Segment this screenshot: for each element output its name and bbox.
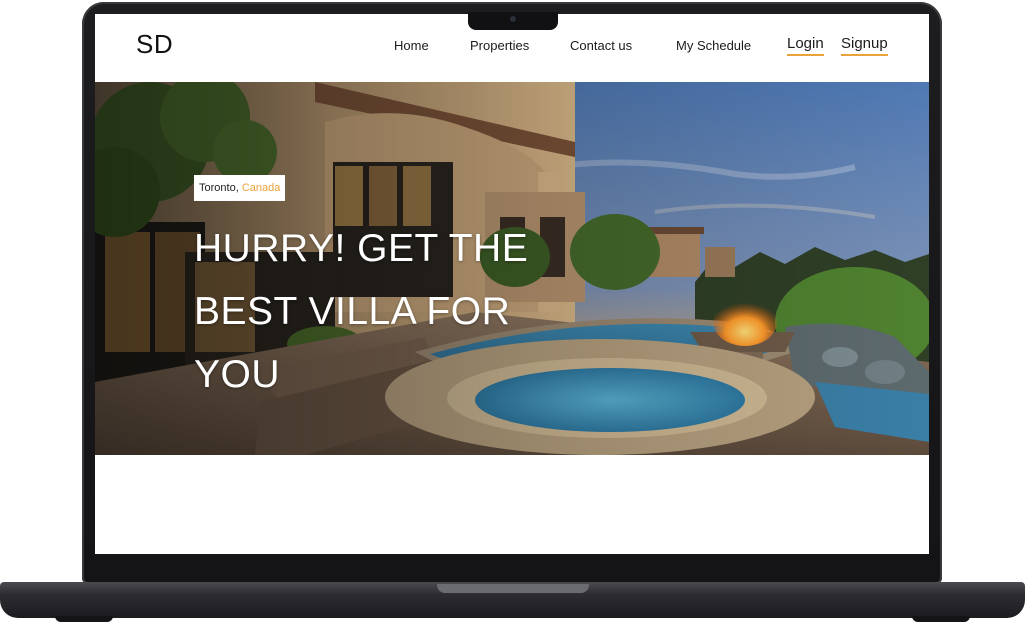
webcam-icon bbox=[510, 16, 516, 22]
laptop-foot-right bbox=[912, 616, 970, 622]
laptop-mockup: SD Home Properties Contact us My Schedul… bbox=[0, 0, 1025, 625]
laptop-foot-left bbox=[55, 616, 113, 622]
hero-heading: HURRY! GET THE BEST VILLA FOR YOU bbox=[194, 227, 529, 396]
nav-home-link[interactable]: Home bbox=[394, 38, 429, 53]
hero-banner: Toronto, Canada HURRY! GET THE BEST VILL… bbox=[95, 82, 929, 455]
location-country: Canada bbox=[241, 182, 281, 194]
camera-notch bbox=[468, 12, 558, 30]
nav-schedule-link[interactable]: My Schedule bbox=[676, 38, 751, 53]
nav-properties-link[interactable]: Properties bbox=[470, 38, 529, 53]
location-badge: Toronto, Canada bbox=[194, 175, 286, 201]
location-city: Toronto, bbox=[199, 182, 239, 194]
signup-link[interactable]: Signup bbox=[841, 35, 888, 56]
site-logo[interactable]: SD bbox=[136, 29, 173, 60]
laptop-hinge-lip bbox=[437, 584, 589, 593]
laptop-screen: SD Home Properties Contact us My Schedul… bbox=[95, 14, 929, 554]
login-link[interactable]: Login bbox=[787, 35, 824, 56]
nav-contact-link[interactable]: Contact us bbox=[570, 38, 632, 53]
